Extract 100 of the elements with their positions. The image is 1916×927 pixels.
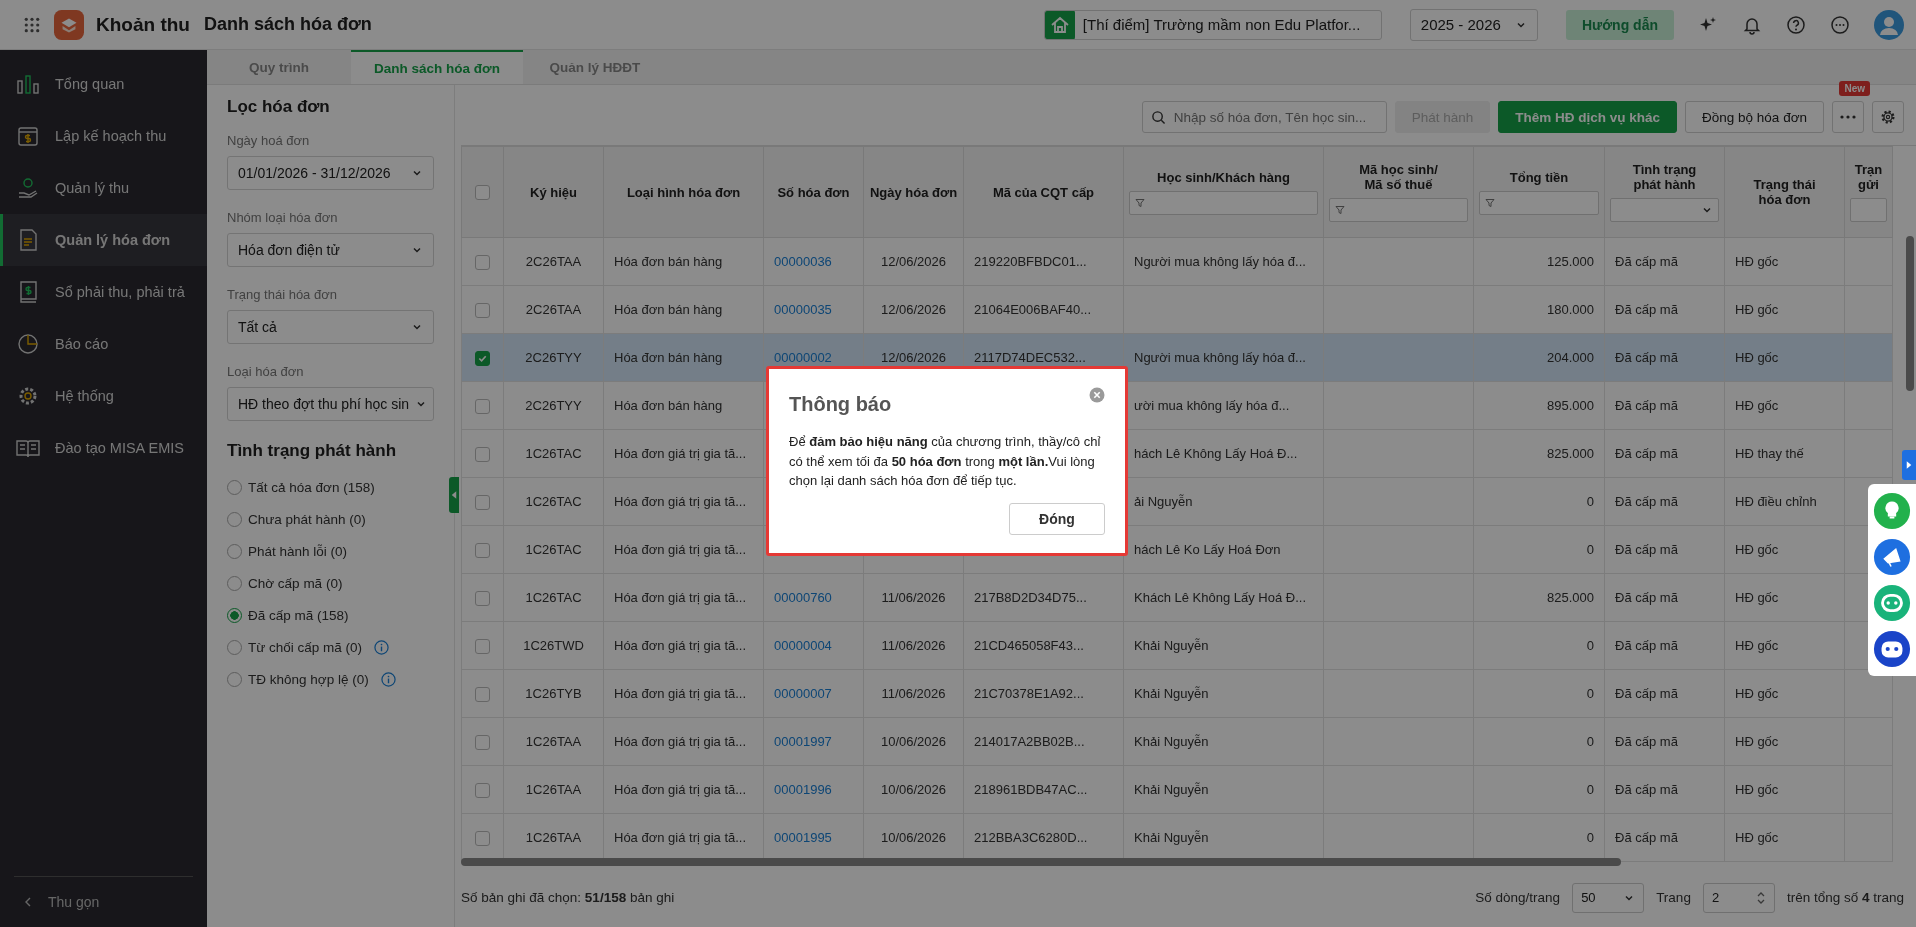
sidebar-item[interactable]: Báo cáo: [0, 318, 207, 370]
invoice-number-link[interactable]: 00000760: [774, 590, 832, 605]
dropdown-field[interactable]: HĐ theo đợt thu phí học sin: [227, 387, 434, 421]
sidebar-item[interactable]: Quản lý hóa đơn: [0, 214, 207, 266]
date-cell: 12/06/2026: [880, 254, 947, 269]
tab[interactable]: Quản lý HĐĐT: [523, 50, 667, 84]
column-filter-field[interactable]: [1479, 190, 1599, 215]
sidebar-item[interactable]: Quản lý thu: [0, 162, 207, 214]
row-checkbox[interactable]: [475, 638, 490, 654]
page-number-field[interactable]: 2: [1702, 882, 1775, 913]
type-cell: Hóa đơn giá trị gia tă...: [614, 830, 747, 845]
invoice-number-link[interactable]: 00000002: [774, 350, 832, 365]
info-icon[interactable]: [380, 671, 396, 687]
invoice-number-link[interactable]: 00001995: [774, 830, 832, 845]
year-selector[interactable]: 2025 - 2026: [1409, 8, 1538, 41]
row-checkbox[interactable]: [475, 254, 490, 270]
rows-per-page-dropdown[interactable]: 50: [1572, 882, 1645, 913]
column-filter-field[interactable]: [1129, 190, 1318, 215]
sidebar-item[interactable]: Lập kế hoạch thu: [0, 110, 207, 162]
lightbulb-icon[interactable]: [1873, 492, 1911, 530]
invoice-number-link[interactable]: 00000036: [774, 254, 832, 269]
megaphone-icon[interactable]: [1873, 538, 1911, 576]
row-checkbox[interactable]: [475, 830, 490, 846]
avatar-icon[interactable]: [1874, 9, 1904, 40]
invoice-number-link[interactable]: 00001996: [774, 782, 832, 797]
column-filter-field[interactable]: [1329, 198, 1468, 222]
tab[interactable]: Quy trình: [207, 50, 351, 84]
guide-button[interactable]: Hướng dẫn: [1565, 9, 1674, 40]
info-icon[interactable]: [374, 639, 390, 655]
close-button[interactable]: Đóng: [1009, 502, 1105, 535]
row-checkbox[interactable]: [475, 350, 490, 366]
row-checkbox[interactable]: [475, 494, 490, 510]
chat-icon[interactable]: [1873, 584, 1911, 622]
search-field[interactable]: Nhập số hóa đơn, Tên học sin...: [1141, 101, 1387, 133]
radio-label: TĐ không hợp lệ (0): [248, 671, 369, 687]
page-label: Trang: [1656, 890, 1691, 905]
close-icon[interactable]: [1089, 387, 1105, 403]
toolbar-button[interactable]: Thêm HĐ dịch vụ khác: [1498, 101, 1678, 133]
type-cell: Hóa đơn giá trị gia tă...: [614, 590, 747, 605]
total-cell: 0: [1586, 542, 1594, 557]
column-filter-field[interactable]: [1850, 198, 1887, 222]
issue-status-cell: Đã cấp mã: [1615, 830, 1678, 845]
row-checkbox[interactable]: [475, 734, 490, 750]
collapse-button[interactable]: Thu gọn: [14, 876, 193, 927]
symbol-cell: 1C26TYB: [525, 686, 582, 701]
toolbar-button[interactable]: Đồng bộ hóa đơn: [1685, 101, 1824, 133]
row-checkbox[interactable]: [475, 302, 490, 318]
invoice-status-cell: HĐ gốc: [1735, 254, 1779, 269]
robot-icon[interactable]: [1873, 630, 1911, 668]
select-all-checkbox[interactable]: [475, 185, 490, 201]
type-cell: Hóa đơn giá trị gia tă...: [614, 686, 747, 701]
row-checkbox[interactable]: [475, 686, 490, 702]
vertical-scrollbar[interactable]: [1906, 236, 1914, 391]
tab[interactable]: Danh sách hóa đơn: [351, 50, 523, 84]
radio-button[interactable]: [227, 607, 242, 623]
dialog-title: Thông báo: [789, 393, 892, 416]
column-header: Mã học sinh/ Mã số thuế: [1359, 162, 1438, 192]
more-button[interactable]: [1832, 101, 1864, 133]
invoice-number-link[interactable]: 00001997: [774, 734, 832, 749]
type-cell: Hóa đơn bán hàng: [614, 398, 723, 413]
total-cell: 0: [1586, 494, 1594, 509]
invoice-number-link[interactable]: 00000007: [774, 686, 832, 701]
invoice-status-cell: HĐ gốc: [1735, 398, 1779, 413]
customer-cell: Người mua không lấy hóa đ...: [1134, 254, 1306, 269]
row-checkbox[interactable]: [475, 782, 490, 798]
sidebar-item[interactable]: Đào tạo MISA EMIS: [0, 422, 207, 474]
row-checkbox[interactable]: [475, 590, 490, 606]
invoice-number-link[interactable]: 00000035: [774, 302, 832, 317]
date-cell: 10/06/2026: [880, 782, 947, 797]
row-checkbox[interactable]: [475, 542, 490, 558]
dropdown-field[interactable]: Hóa đơn điện tử: [227, 233, 434, 267]
horizontal-scrollbar[interactable]: [461, 858, 1621, 866]
row-checkbox[interactable]: [475, 446, 490, 462]
column-filter-dropdown[interactable]: [1610, 198, 1719, 222]
settings-button[interactable]: [1872, 101, 1904, 133]
invoice-number-link[interactable]: 00000004: [774, 638, 832, 653]
dropdown-field[interactable]: 01/01/2026 - 31/12/2026: [227, 156, 434, 190]
total-cell: 180.000: [1547, 302, 1594, 317]
more-icon[interactable]: [1830, 14, 1850, 35]
app-grid-icon[interactable]: [24, 16, 40, 33]
type-cell: Hóa đơn bán hàng: [614, 350, 723, 365]
customer-cell: Khải Nguyễn: [1134, 830, 1209, 845]
sidebar-item[interactable]: Hệ thống: [0, 370, 207, 422]
dropdown-field[interactable]: Tất cả: [227, 310, 434, 344]
collapse-handle[interactable]: [449, 477, 459, 513]
invoice-status-cell: HĐ điều chỉnh: [1735, 494, 1817, 509]
radio-label: Tất cả hóa đơn (158): [248, 479, 375, 495]
customer-cell: Khải Nguyễn: [1134, 686, 1209, 701]
sidebar-item[interactable]: Sổ phải thu, phải trả: [0, 266, 207, 318]
sidebar-item[interactable]: Tổng quan: [0, 58, 207, 110]
invoice-status-cell: HĐ gốc: [1735, 590, 1779, 605]
help-icon[interactable]: [1786, 14, 1806, 35]
selected-count: Số bản ghi đã chọn: 51/158 bản ghi: [461, 890, 675, 905]
expand-tab[interactable]: [1902, 450, 1916, 480]
invoice-status-cell: HĐ gốc: [1735, 686, 1779, 701]
row-checkbox[interactable]: [475, 398, 490, 414]
school-selector[interactable]: [Thí điểm] Trường mầm non Edu Platfor...: [1043, 9, 1382, 40]
authority-code-cell: 214017A2BB02B...: [974, 734, 1085, 749]
symbol-cell: 1C26TAC: [525, 590, 582, 605]
total-cell: 0: [1586, 686, 1594, 701]
